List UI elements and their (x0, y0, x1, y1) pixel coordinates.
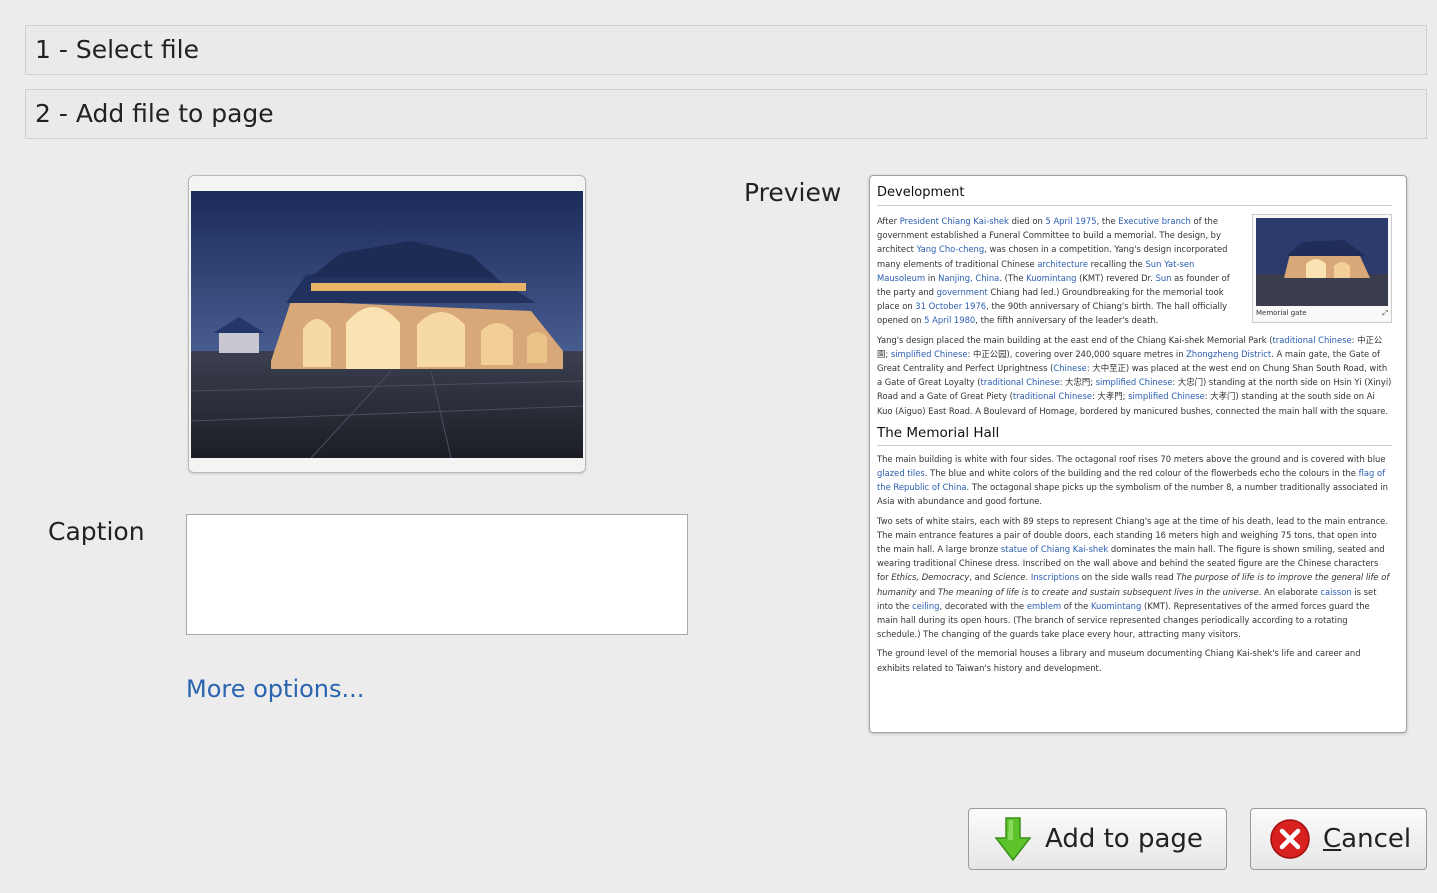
preview-paragraph: The ground level of the memorial houses … (877, 648, 1361, 673)
add-to-page-button[interactable]: Add to page (968, 808, 1227, 870)
green-down-arrow-icon (993, 816, 1033, 862)
more-options-link[interactable]: More options... (186, 675, 364, 703)
preview-paragraph: The main building is white with four sid… (877, 453, 1388, 507)
cancel-rest: ancel (1341, 824, 1412, 854)
caption-label: Caption (48, 517, 145, 546)
preview-section-heading: The Memorial Hall (877, 424, 1392, 446)
step-add-file-to-page[interactable]: 2 - Add file to page (25, 89, 1427, 139)
cancel-accel: C (1323, 824, 1342, 854)
cancel-label: Cancel (1323, 824, 1411, 854)
preview-panel: Development Memorial gate ⤢ After Preside… (869, 175, 1407, 733)
red-x-circle-icon (1269, 818, 1311, 860)
cancel-button[interactable]: Cancel (1250, 808, 1427, 870)
preview-thumb-image (1256, 218, 1388, 306)
preview-article: Development Memorial gate ⤢ After Preside… (877, 184, 1392, 680)
caption-input[interactable] (186, 514, 688, 635)
enlarge-icon: ⤢ (1382, 309, 1388, 317)
preview-paragraph: Yang's design placed the main building a… (877, 334, 1392, 416)
preview-label: Preview (744, 178, 842, 207)
preview-thumb: Memorial gate ⤢ (1252, 214, 1392, 323)
image-thumbnail-frame (188, 175, 586, 473)
step-select-file[interactable]: 1 - Select file (25, 25, 1427, 75)
preview-thumb-caption: Memorial gate (1256, 309, 1307, 317)
memorial-gate-image (191, 191, 583, 458)
add-to-page-label: Add to page (1045, 824, 1203, 854)
preview-paragraph: Two sets of white stairs, each with 89 s… (877, 515, 1390, 640)
preview-heading: Development (877, 184, 1392, 206)
